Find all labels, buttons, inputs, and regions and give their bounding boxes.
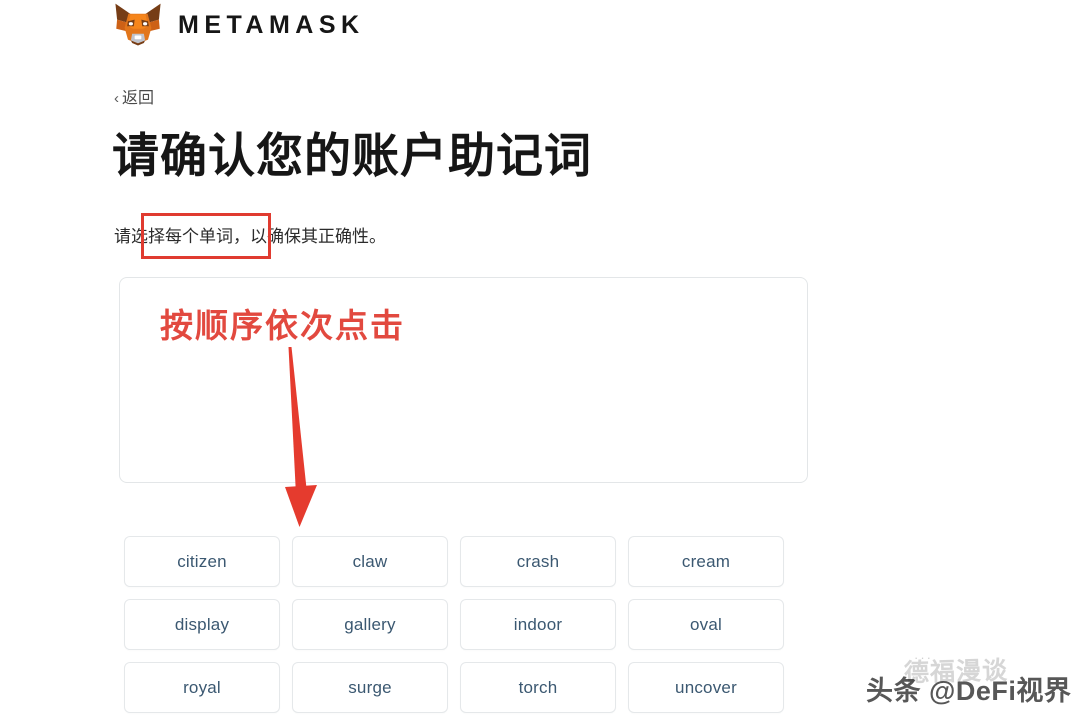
watermark-dots: ··· <box>914 650 933 665</box>
word-chip[interactable]: display <box>124 599 280 650</box>
word-chip[interactable]: surge <box>292 662 448 713</box>
word-chip-label: oval <box>690 614 722 634</box>
word-chip[interactable]: gallery <box>292 599 448 650</box>
word-chip[interactable]: royal <box>124 662 280 713</box>
word-chip-label: claw <box>352 551 388 571</box>
word-chip[interactable]: crash <box>460 536 616 587</box>
word-chip-label: uncover <box>675 677 737 697</box>
word-chip[interactable]: claw <box>292 536 448 587</box>
word-chip-label: surge <box>348 677 392 697</box>
brand-wordmark: METAMASK <box>178 10 365 39</box>
word-chip[interactable]: citizen <box>124 536 280 587</box>
word-chip[interactable]: uncover <box>628 662 784 713</box>
word-chip-label: indoor <box>513 614 563 634</box>
back-link[interactable]: ‹ 返回 <box>114 91 154 107</box>
word-chip[interactable]: torch <box>460 662 616 713</box>
word-chip-label: torch <box>518 677 558 697</box>
word-chip[interactable]: indoor <box>460 599 616 650</box>
metamask-fox-logo <box>112 2 164 48</box>
word-chip-label: citizen <box>177 551 227 571</box>
word-chip[interactable]: cream <box>628 536 784 587</box>
metamask-seed-confirm-page: METAMASK ‹ 返回 请确认您的账户助记词 请选择每个单词，以确保其正确性… <box>0 0 1080 715</box>
word-chip[interactable]: oval <box>628 599 784 650</box>
watermark: ··· 德福漫谈 头条 @DeFi视界 <box>866 650 1076 708</box>
watermark-front-text: 头条 @DeFi视界 <box>866 676 1072 706</box>
word-chip-label: crash <box>516 551 560 571</box>
word-chip-label: gallery <box>344 614 396 634</box>
page-subtitle: 请选择每个单词，以确保其正确性。 <box>114 227 386 246</box>
word-chip-label: royal <box>183 677 221 697</box>
brand-header: METAMASK <box>112 2 365 48</box>
annotation-instruction-text: 按顺序依次点击 <box>160 307 405 344</box>
back-link-label: 返回 <box>122 90 155 107</box>
word-bank-grid: citizen claw crash cream display gallery… <box>124 536 808 713</box>
word-chip-label: display <box>174 614 230 634</box>
page-title: 请确认您的账户助记词 <box>112 129 592 182</box>
chevron-left-icon: ‹ <box>114 89 119 107</box>
word-chip-label: cream <box>681 551 731 571</box>
watermark-back-text: 德福漫谈 <box>903 656 1009 688</box>
